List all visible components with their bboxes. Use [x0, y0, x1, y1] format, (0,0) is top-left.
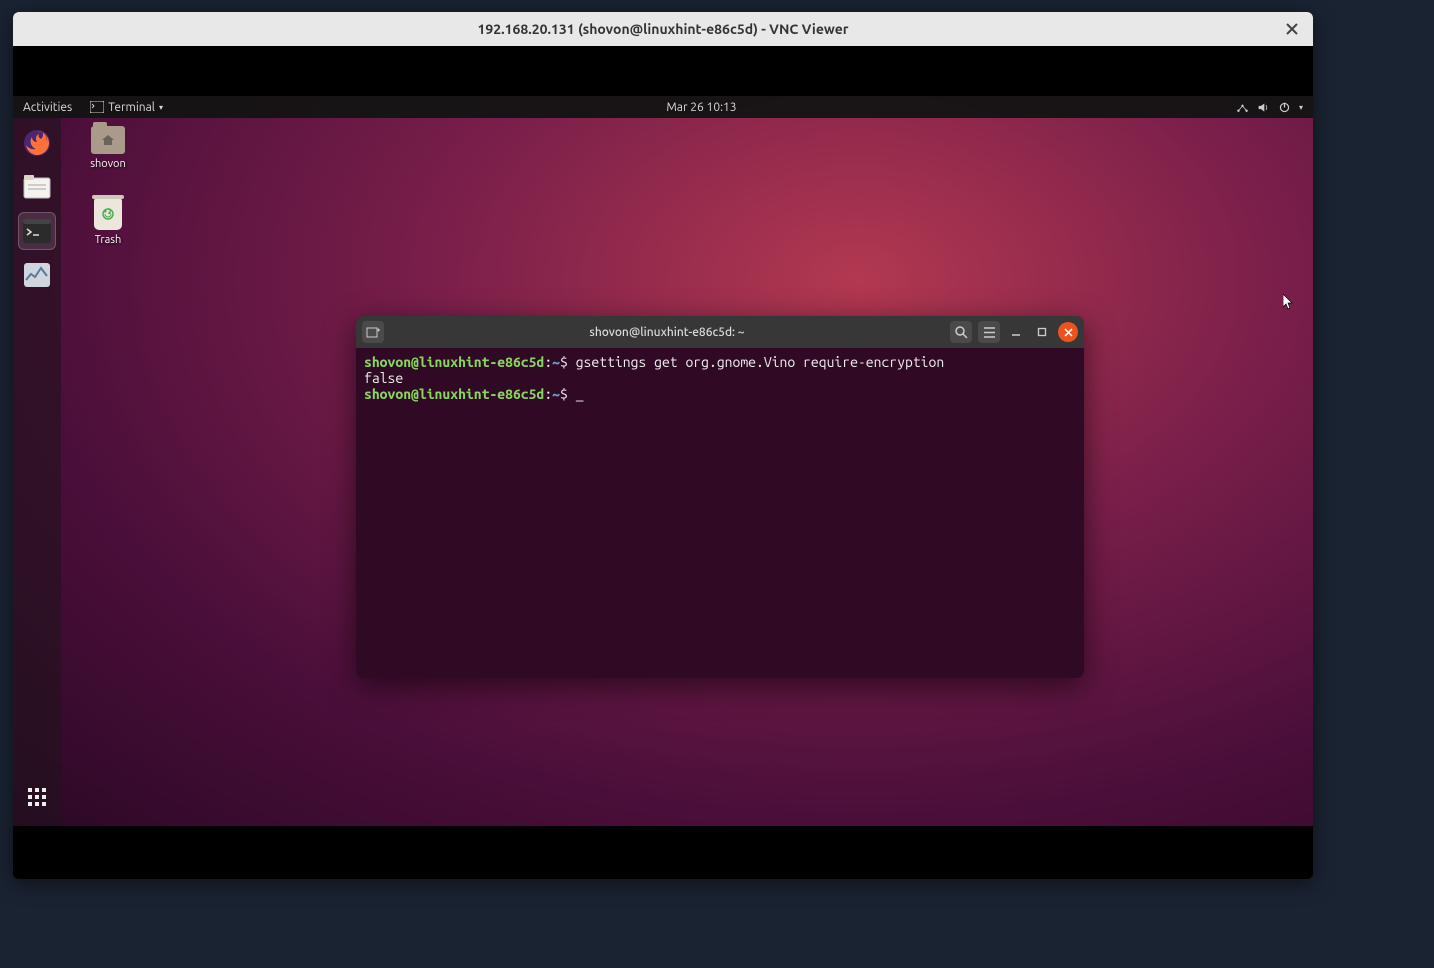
- close-button[interactable]: [1058, 322, 1078, 342]
- hamburger-icon: [983, 327, 996, 338]
- maximize-button[interactable]: [1032, 322, 1052, 342]
- menu-button[interactable]: [978, 321, 1000, 343]
- ubuntu-desktop[interactable]: Activities Terminal ▾ Mar 26 10:13 ▾: [13, 96, 1313, 826]
- firefox-icon: [22, 128, 52, 158]
- app-menu-button[interactable]: Terminal ▾: [86, 101, 167, 114]
- desktop-icons-area: shovon Trash: [73, 126, 143, 246]
- dock-system-monitor[interactable]: [18, 256, 56, 294]
- chevron-down-icon: ▾: [1299, 103, 1303, 112]
- prompt-user: shovon@linuxhint-e86c5d: [364, 386, 544, 402]
- gnome-top-panel: Activities Terminal ▾ Mar 26 10:13 ▾: [13, 96, 1313, 118]
- home-folder-icon[interactable]: shovon: [73, 126, 143, 170]
- terminal-body[interactable]: shovon@linuxhint-e86c5d:~$ gsettings get…: [356, 348, 1084, 678]
- vnc-titlebar[interactable]: 192.168.20.131 (shovon@linuxhint-e86c5d)…: [13, 12, 1313, 46]
- cursor: _: [576, 386, 584, 402]
- search-icon: [955, 326, 968, 339]
- dock-terminal[interactable]: [18, 212, 56, 250]
- terminal-window[interactable]: shovon@linuxhint-e86c5d: ~: [356, 316, 1084, 678]
- folder-icon: [91, 126, 125, 154]
- new-tab-button[interactable]: [362, 321, 384, 343]
- vnc-viewer-window: 192.168.20.131 (shovon@linuxhint-e86c5d)…: [13, 12, 1313, 879]
- prompt-path: ~: [552, 354, 560, 370]
- vnc-close-button[interactable]: [1281, 18, 1303, 40]
- close-icon: [1064, 328, 1073, 337]
- volume-icon: [1257, 101, 1270, 114]
- vnc-content: Activities Terminal ▾ Mar 26 10:13 ▾: [13, 46, 1313, 879]
- prompt-dollar: $: [560, 386, 576, 402]
- terminal-title: shovon@linuxhint-e86c5d: ~: [390, 326, 944, 339]
- trash-icon[interactable]: Trash: [73, 198, 143, 246]
- prompt-dollar: $: [560, 354, 576, 370]
- trash-label: Trash: [95, 234, 122, 246]
- status-area[interactable]: ▾: [1236, 101, 1307, 114]
- terminal-icon: [23, 219, 51, 243]
- prompt-user: shovon@linuxhint-e86c5d: [364, 354, 544, 370]
- minimize-icon: [1011, 327, 1021, 337]
- dock-firefox[interactable]: [18, 124, 56, 162]
- chevron-down-icon: ▾: [159, 103, 163, 112]
- close-icon: [1286, 23, 1298, 35]
- mouse-cursor: [1283, 294, 1295, 313]
- search-button[interactable]: [950, 321, 972, 343]
- terminal-titlebar[interactable]: shovon@linuxhint-e86c5d: ~: [356, 316, 1084, 348]
- files-icon: [23, 174, 51, 200]
- app-menu-label: Terminal: [108, 101, 155, 114]
- vnc-title: 192.168.20.131 (shovon@linuxhint-e86c5d)…: [477, 21, 848, 37]
- trash-bin-icon: [94, 198, 122, 230]
- show-applications-button[interactable]: [18, 778, 56, 816]
- terminal-app-icon: [90, 101, 104, 113]
- power-icon: [1278, 101, 1291, 114]
- command-text: gsettings get org.gnome.Vino require-enc…: [576, 354, 944, 370]
- system-monitor-icon: [23, 262, 51, 288]
- network-icon: [1236, 101, 1249, 114]
- prompt-sep: :: [544, 354, 552, 370]
- dock-files[interactable]: [18, 168, 56, 206]
- prompt-sep: :: [544, 386, 552, 402]
- activities-button[interactable]: Activities: [19, 101, 76, 114]
- new-tab-icon: [366, 326, 380, 338]
- minimize-button[interactable]: [1006, 322, 1026, 342]
- prompt-path: ~: [552, 386, 560, 402]
- ubuntu-dock: [13, 118, 61, 826]
- maximize-icon: [1037, 327, 1047, 337]
- datetime-button[interactable]: Mar 26 10:13: [662, 101, 740, 114]
- output-text: false: [364, 370, 403, 386]
- home-folder-label: shovon: [90, 158, 126, 170]
